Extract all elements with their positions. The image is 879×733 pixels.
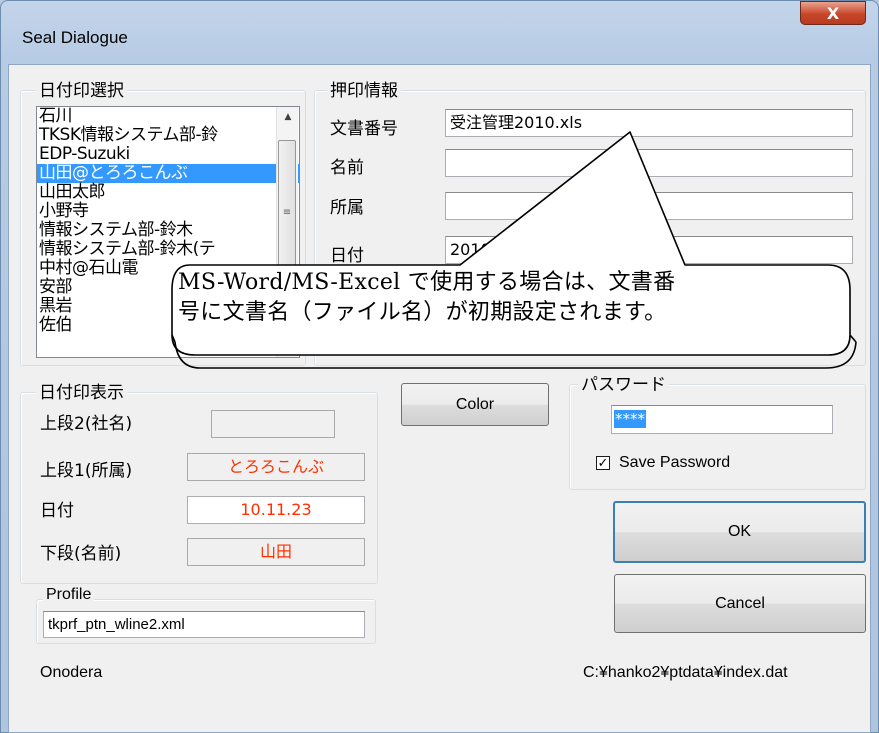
callout-text: MS-Word/MS-Excel で使用する場合は、文書番 号に文書名（ファイル… bbox=[178, 268, 828, 328]
status-user: Onodera bbox=[40, 664, 103, 681]
save-password-label: Save Password bbox=[619, 454, 731, 471]
date-stamp-display-label: 日付印表示 bbox=[36, 378, 127, 403]
date-stamp-select-label: 日付印選択 bbox=[36, 76, 127, 101]
lower-label: 下段(名前) bbox=[40, 544, 122, 564]
password-label: パスワード bbox=[578, 370, 669, 395]
callout-balloon bbox=[171, 131, 857, 369]
color-button[interactable]: Color bbox=[401, 383, 549, 426]
profile-label: Profile bbox=[43, 586, 95, 604]
ok-button[interactable]: OK bbox=[613, 501, 866, 563]
profile-input[interactable]: tkprf_ptn_wline2.xml bbox=[43, 611, 365, 638]
checkmark-icon: ✓ bbox=[597, 456, 609, 471]
upper2-label: 上段2(社名) bbox=[40, 414, 133, 434]
upper1-value: とろろこんぶ bbox=[187, 453, 365, 481]
save-password-checkbox[interactable]: ✓ bbox=[596, 456, 610, 470]
callout-line-2: 号に文書名（ファイル名）が初期設定されます。 bbox=[178, 300, 667, 325]
upper1-label: 上段1(所属) bbox=[40, 461, 133, 481]
seal-info-label: 押印情報 bbox=[327, 76, 401, 101]
window-title: Seal Dialogue bbox=[22, 28, 128, 47]
password-value: **** bbox=[614, 410, 646, 428]
status-data-path: C:¥hanko2¥ptdata¥index.dat bbox=[583, 664, 788, 681]
cancel-button[interactable]: Cancel bbox=[614, 574, 866, 633]
close-button[interactable]: X bbox=[800, 1, 866, 25]
lower-value: 山田 bbox=[187, 538, 365, 566]
stamp-date-input[interactable]: 10.11.23 bbox=[187, 496, 365, 524]
password-group bbox=[569, 384, 866, 490]
callout-line-1: MS-Word/MS-Excel で使用する場合は、文書番 bbox=[178, 270, 676, 295]
upper2-value bbox=[211, 410, 335, 438]
close-icon: X bbox=[826, 3, 840, 23]
stamp-date-label: 日付 bbox=[40, 501, 74, 521]
password-input[interactable]: **** bbox=[611, 405, 833, 434]
